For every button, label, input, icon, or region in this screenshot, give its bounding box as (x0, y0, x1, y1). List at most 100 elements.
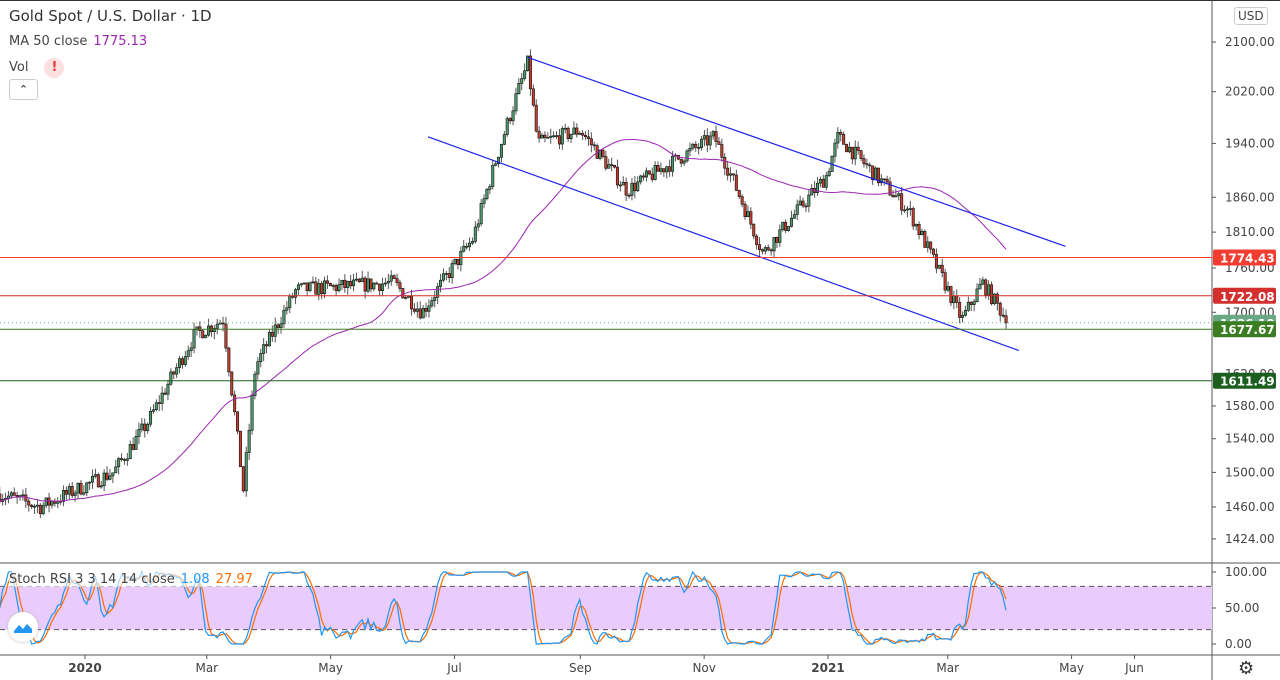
candle-body (720, 144, 724, 158)
time-tick-label: 2021 (811, 661, 844, 675)
candle-body (114, 466, 118, 474)
candle-body (920, 231, 924, 235)
warning-icon[interactable]: ! (44, 58, 65, 78)
candle-body (682, 160, 686, 164)
candle-body (175, 367, 179, 375)
candle-body (476, 223, 480, 228)
symbol-title[interactable]: Gold Spot / U.S. Dollar · 1D (9, 7, 212, 25)
candle-body (769, 249, 773, 252)
candle-body (296, 284, 300, 290)
candle-body (746, 211, 750, 217)
candle-body (334, 285, 338, 292)
time-tick-label: May (318, 661, 343, 675)
vol-legend[interactable]: Vol! (9, 58, 65, 78)
candle-body (392, 275, 396, 279)
stoch-legend[interactable]: Stoch RSI 3 3 14 14 close 1.08 27.97 (9, 572, 253, 587)
candle-body (192, 329, 196, 349)
candle-body (592, 144, 596, 147)
candle-body (949, 286, 953, 304)
candle-body (714, 131, 718, 143)
candle-body (122, 459, 126, 461)
price-tick-label: 1424.00 (1225, 532, 1275, 546)
candle-body (827, 171, 831, 176)
candle-body (189, 347, 193, 352)
candle-body (267, 331, 271, 347)
candle-body (325, 280, 329, 284)
candle-body (659, 168, 663, 172)
candle-body (691, 143, 695, 149)
channel-upper-line (527, 56, 1066, 247)
candle-body (204, 334, 208, 339)
candle-body (401, 288, 405, 299)
candle-body (517, 83, 521, 95)
candle-body (946, 286, 950, 291)
candle-body (671, 155, 675, 172)
candle-body (302, 282, 306, 285)
candle-body (984, 279, 988, 296)
candle-body (410, 295, 414, 310)
candle-body (366, 278, 370, 292)
candle-body (618, 184, 622, 187)
candle-body (265, 344, 269, 347)
time-tick-label: Mar (936, 661, 959, 675)
candles (0, 49, 1008, 519)
candle-body (981, 279, 985, 285)
candle-body (784, 221, 788, 231)
candle-body (424, 308, 428, 312)
candle-body (305, 282, 309, 291)
candle-body (508, 118, 512, 122)
candle-body (378, 283, 382, 291)
candle-body (470, 241, 474, 244)
candle-body (543, 134, 547, 138)
candle-body (853, 146, 857, 160)
candle-body (566, 127, 570, 139)
stoch-tick-label: 100.00 (1225, 565, 1267, 579)
candle-body (987, 284, 991, 296)
candle-body (389, 275, 393, 282)
candle-body (601, 149, 605, 157)
stoch-k-value: 1.08 (180, 572, 210, 587)
tradingview-logo-icon[interactable] (8, 612, 38, 642)
stoch-tick-label: 50.00 (1225, 601, 1259, 615)
candle-body (288, 295, 292, 309)
candle-body (282, 309, 286, 325)
candle-body (528, 55, 532, 90)
candle-body (990, 284, 994, 305)
candle-body (352, 279, 356, 287)
settings-gear-icon[interactable]: ⚙ (1238, 658, 1254, 679)
candle-body (230, 371, 234, 396)
candle-body (1001, 314, 1005, 317)
candle-body (372, 282, 376, 290)
candle-body (346, 281, 350, 288)
candle-body (781, 221, 785, 231)
ma-legend[interactable]: MA 50 close 1775.13 (9, 34, 147, 49)
candle-body (151, 409, 155, 412)
candle-body (462, 245, 466, 252)
candle-body (0, 493, 2, 502)
candle-body (804, 205, 808, 208)
candle-body (343, 279, 347, 288)
candle-body (801, 200, 805, 207)
candle-body (963, 309, 967, 316)
candle-body (584, 134, 588, 138)
candle-body (9, 492, 13, 497)
stoch-band (0, 586, 1212, 630)
stoch-d-value: 27.97 (215, 572, 253, 587)
candle-body (549, 135, 553, 138)
candle-body (627, 194, 631, 197)
price-tick-label: 1540.00 (1225, 432, 1275, 446)
candle-body (731, 173, 735, 176)
candle-body (630, 182, 634, 196)
candle-body (323, 280, 327, 295)
candle-body (668, 166, 672, 172)
time-tick-label: Nov (692, 661, 715, 675)
candle-body (273, 324, 277, 337)
candle-body (285, 307, 289, 311)
candle-body (473, 226, 477, 242)
candle-body (702, 135, 706, 140)
collapse-legend-button[interactable]: ⌃ (9, 79, 38, 100)
candle-body (172, 371, 176, 375)
candle-body (96, 474, 100, 488)
currency-button[interactable]: USD (1234, 7, 1268, 25)
candle-body (499, 144, 503, 158)
